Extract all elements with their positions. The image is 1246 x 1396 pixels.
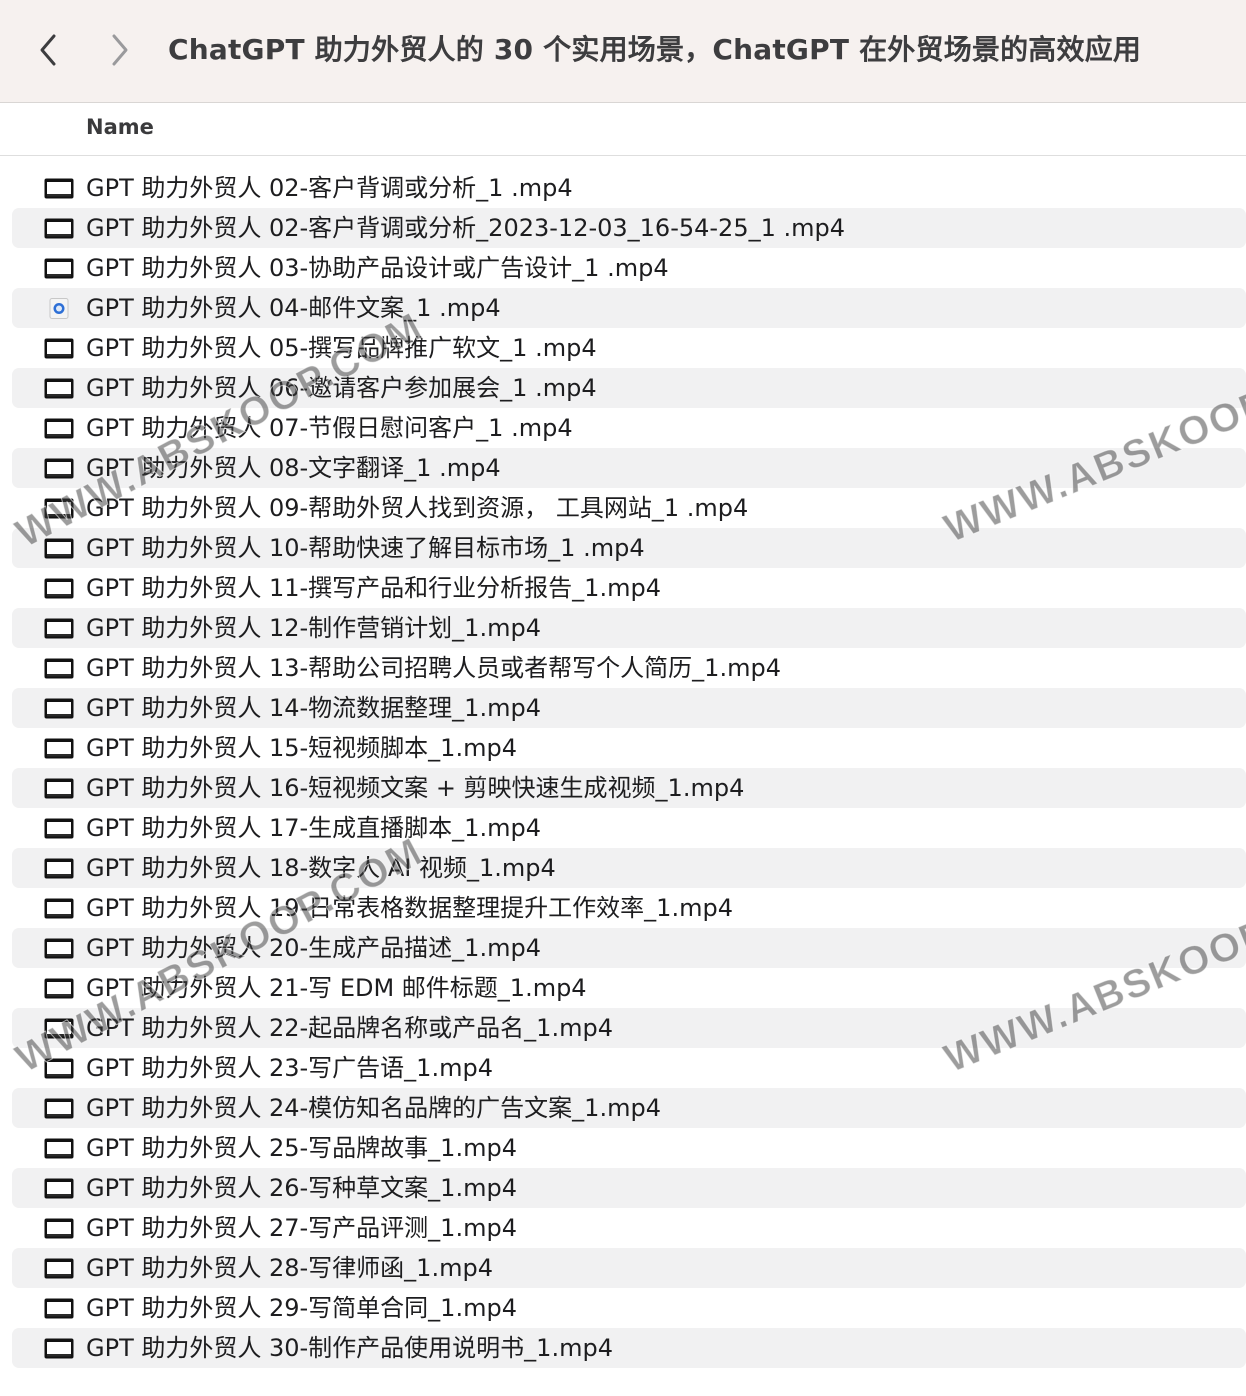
file-name: GPT 助力外贸人 17-生成直播脚本_1.mp4: [86, 814, 541, 842]
video-file-icon: [44, 218, 74, 239]
file-row[interactable]: GPT 助力外贸人 22-起品牌名称或产品名_1.mp4: [12, 1008, 1246, 1048]
file-row[interactable]: GPT 助力外贸人 25-写品牌故事_1.mp4: [12, 1128, 1246, 1168]
file-row[interactable]: GPT 助力外贸人 09-帮助外贸人找到资源， 工具网站_1 .mp4: [12, 488, 1246, 528]
name-column-header[interactable]: Name: [86, 115, 154, 139]
video-file-icon: [44, 178, 74, 199]
file-row[interactable]: GPT 助力外贸人 23-写广告语_1.mp4: [12, 1048, 1246, 1088]
file-name: GPT 助力外贸人 10-帮助快速了解目标市场_1 .mp4: [86, 534, 645, 562]
file-row[interactable]: GPT 助力外贸人 13-帮助公司招聘人员或者帮写个人简历_1.mp4: [12, 648, 1246, 688]
file-row[interactable]: GPT 助力外贸人 02-客户背调或分析_2023-12-03_16-54-25…: [12, 208, 1246, 248]
video-file-icon: [44, 978, 74, 999]
file-name: GPT 助力外贸人 19-日常表格数据整理提升工作效率_1.mp4: [86, 894, 733, 922]
video-file-icon: [44, 258, 74, 279]
file-name: GPT 助力外贸人 14-物流数据整理_1.mp4: [86, 694, 541, 722]
video-file-icon: [44, 618, 74, 639]
file-row[interactable]: GPT 助力外贸人 10-帮助快速了解目标市场_1 .mp4: [12, 528, 1246, 568]
file-row[interactable]: GPT 助力外贸人 17-生成直播脚本_1.mp4: [12, 808, 1246, 848]
file-name: GPT 助力外贸人 29-写简单合同_1.mp4: [86, 1294, 517, 1322]
chevron-left-icon: [40, 34, 56, 66]
file-name: GPT 助力外贸人 21-写 EDM 邮件标题_1.mp4: [86, 974, 587, 1002]
file-name: GPT 助力外贸人 18-数字人 AI 视频_1.mp4: [86, 854, 556, 882]
video-file-icon: [44, 858, 74, 879]
window-title: ChatGPT 助力外贸人的 30 个实用场景，ChatGPT 在外贸场景的高效…: [168, 33, 1142, 66]
video-file-icon: [44, 818, 74, 839]
video-file-icon: [44, 898, 74, 919]
file-name: GPT 助力外贸人 26-写种草文案_1.mp4: [86, 1174, 517, 1202]
file-row[interactable]: GPT 助力外贸人 02-客户背调或分析_1 .mp4: [12, 168, 1246, 208]
video-file-icon: [44, 1338, 74, 1359]
file-name: GPT 助力外贸人 24-模仿知名品牌的广告文案_1.mp4: [86, 1094, 661, 1122]
file-name: GPT 助力外贸人 02-客户背调或分析_1 .mp4: [86, 174, 573, 202]
video-file-icon: [44, 1058, 74, 1079]
video-file-icon: [44, 1258, 74, 1279]
video-file-icon: [44, 938, 74, 959]
video-file-icon: [44, 418, 74, 439]
file-name: GPT 助力外贸人 30-制作产品使用说明书_1.mp4: [86, 1334, 613, 1362]
file-row[interactable]: GPT 助力外贸人 24-模仿知名品牌的广告文案_1.mp4: [12, 1088, 1246, 1128]
file-name: GPT 助力外贸人 08-文字翻译_1 .mp4: [86, 454, 501, 482]
file-name: GPT 助力外贸人 11-撰写产品和行业分析报告_1.mp4: [86, 574, 661, 602]
file-name: GPT 助力外贸人 02-客户背调或分析_2023-12-03_16-54-25…: [86, 214, 846, 242]
file-row[interactable]: GPT 助力外贸人 12-制作营销计划_1.mp4: [12, 608, 1246, 648]
file-row[interactable]: GPT 助力外贸人 06-邀请客户参加展会_1 .mp4: [12, 368, 1246, 408]
file-row[interactable]: GPT 助力外贸人 04-邮件文案_1 .mp4: [12, 288, 1246, 328]
file-name: GPT 助力外贸人 05-撰写品牌推广软文_1 .mp4: [86, 334, 597, 362]
video-file-icon: [44, 498, 74, 519]
list-header: Name: [0, 103, 1246, 156]
file-name: GPT 助力外贸人 03-协助产品设计或广告设计_1 .mp4: [86, 254, 669, 282]
video-file-icon: [44, 698, 74, 719]
file-row[interactable]: GPT 助力外贸人 15-短视频脚本_1.mp4: [12, 728, 1246, 768]
file-row[interactable]: GPT 助力外贸人 28-写律师函_1.mp4: [12, 1248, 1246, 1288]
file-name: GPT 助力外贸人 07-节假日慰问客户_1 .mp4: [86, 414, 573, 442]
video-file-icon: [44, 338, 74, 359]
video-file-icon: [44, 1178, 74, 1199]
video-file-icon: [44, 578, 74, 599]
video-file-icon: [44, 1098, 74, 1119]
file-name: GPT 助力外贸人 15-短视频脚本_1.mp4: [86, 734, 517, 762]
video-file-icon: [44, 1018, 74, 1039]
back-button[interactable]: [28, 30, 68, 70]
file-row[interactable]: GPT 助力外贸人 18-数字人 AI 视频_1.mp4: [12, 848, 1246, 888]
file-row[interactable]: GPT 助力外贸人 26-写种草文案_1.mp4: [12, 1168, 1246, 1208]
video-file-icon: [44, 458, 74, 479]
video-file-icon: [44, 538, 74, 559]
file-row[interactable]: GPT 助力外贸人 11-撰写产品和行业分析报告_1.mp4: [12, 568, 1246, 608]
chevron-right-icon: [112, 34, 128, 66]
file-row[interactable]: GPT 助力外贸人 07-节假日慰问客户_1 .mp4: [12, 408, 1246, 448]
file-name: GPT 助力外贸人 25-写品牌故事_1.mp4: [86, 1134, 517, 1162]
video-file-icon: [44, 1218, 74, 1239]
file-name: GPT 助力外贸人 13-帮助公司招聘人员或者帮写个人简历_1.mp4: [86, 654, 781, 682]
file-row[interactable]: GPT 助力外贸人 30-制作产品使用说明书_1.mp4: [12, 1328, 1246, 1368]
file-name: GPT 助力外贸人 20-生成产品描述_1.mp4: [86, 934, 541, 962]
file-name: GPT 助力外贸人 22-起品牌名称或产品名_1.mp4: [86, 1014, 613, 1042]
file-name: GPT 助力外贸人 27-写产品评测_1.mp4: [86, 1214, 517, 1242]
video-file-icon: [44, 738, 74, 759]
forward-button[interactable]: [100, 30, 140, 70]
file-row[interactable]: GPT 助力外贸人 29-写简单合同_1.mp4: [12, 1288, 1246, 1328]
video-file-icon: [44, 778, 74, 799]
file-row[interactable]: GPT 助力外贸人 03-协助产品设计或广告设计_1 .mp4: [12, 248, 1246, 288]
file-list: GPT 助力外贸人 02-客户背调或分析_1 .mp4 GPT 助力外贸人 02-…: [12, 168, 1246, 1368]
finder-toolbar: ChatGPT 助力外贸人的 30 个实用场景，ChatGPT 在外贸场景的高效…: [0, 0, 1246, 103]
file-row[interactable]: GPT 助力外贸人 27-写产品评测_1.mp4: [12, 1208, 1246, 1248]
file-row[interactable]: GPT 助力外贸人 05-撰写品牌推广软文_1 .mp4: [12, 328, 1246, 368]
video-file-icon: [44, 658, 74, 679]
file-name: GPT 助力外贸人 23-写广告语_1.mp4: [86, 1054, 493, 1082]
file-name: GPT 助力外贸人 16-短视频文案 + 剪映快速生成视频_1.mp4: [86, 774, 745, 802]
video-file-icon: [44, 1138, 74, 1159]
file-row[interactable]: GPT 助力外贸人 21-写 EDM 邮件标题_1.mp4: [12, 968, 1246, 1008]
file-row[interactable]: GPT 助力外贸人 20-生成产品描述_1.mp4: [12, 928, 1246, 968]
file-name: GPT 助力外贸人 12-制作营销计划_1.mp4: [86, 614, 541, 642]
file-name: GPT 助力外贸人 28-写律师函_1.mp4: [86, 1254, 493, 1282]
file-row[interactable]: GPT 助力外贸人 16-短视频文案 + 剪映快速生成视频_1.mp4: [12, 768, 1246, 808]
file-name: GPT 助力外贸人 06-邀请客户参加展会_1 .mp4: [86, 374, 597, 402]
file-row[interactable]: GPT 助力外贸人 08-文字翻译_1 .mp4: [12, 448, 1246, 488]
file-name: GPT 助力外贸人 04-邮件文案_1 .mp4: [86, 294, 501, 322]
quicktime-file-icon: [44, 298, 74, 319]
file-row[interactable]: GPT 助力外贸人 19-日常表格数据整理提升工作效率_1.mp4: [12, 888, 1246, 928]
video-file-icon: [44, 1298, 74, 1319]
video-file-icon: [44, 378, 74, 399]
file-name: GPT 助力外贸人 09-帮助外贸人找到资源， 工具网站_1 .mp4: [86, 494, 749, 522]
file-row[interactable]: GPT 助力外贸人 14-物流数据整理_1.mp4: [12, 688, 1246, 728]
